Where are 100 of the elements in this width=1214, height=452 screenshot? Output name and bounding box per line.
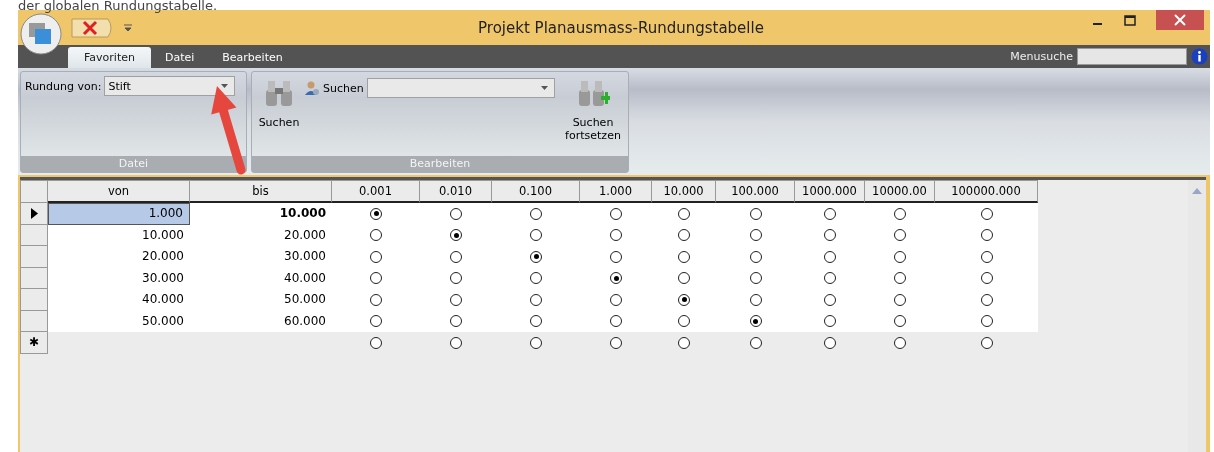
column-header[interactable]: 1000.000 — [795, 180, 865, 203]
column-header[interactable]: 0.001 — [332, 180, 420, 203]
radio-button[interactable] — [530, 272, 542, 285]
radio-button[interactable] — [678, 315, 690, 328]
ribbon-tab[interactable]: Favoriten — [68, 47, 151, 68]
radio-button[interactable] — [980, 315, 993, 328]
group-title: Bearbeiten — [252, 156, 628, 172]
radio-button[interactable] — [894, 207, 906, 220]
radio-button[interactable] — [894, 229, 906, 242]
column-header[interactable]: 1.000 — [580, 180, 652, 203]
radio-button[interactable] — [678, 229, 690, 242]
radio-button[interactable] — [678, 293, 690, 306]
table-cell: 60.000 — [190, 310, 332, 332]
table-cell: 20.000 — [190, 224, 332, 246]
column-header[interactable]: bis — [190, 180, 332, 203]
radio-button[interactable] — [530, 293, 542, 306]
radio-button[interactable] — [530, 315, 542, 328]
maximize-icon[interactable] — [1124, 15, 1136, 27]
radio-button[interactable] — [980, 272, 993, 285]
radio-button[interactable] — [450, 272, 462, 285]
radio-button[interactable] — [450, 250, 462, 263]
new-row-marker: ✱ — [28, 335, 40, 350]
radio-button[interactable] — [980, 336, 993, 349]
close-icon — [1174, 14, 1186, 26]
radio-button[interactable] — [749, 207, 762, 220]
radio-button[interactable] — [450, 207, 462, 220]
radio-button[interactable] — [450, 336, 462, 349]
table-cell: 20.000 — [48, 246, 190, 268]
info-icon[interactable] — [1191, 48, 1208, 65]
radio-button[interactable] — [980, 293, 993, 306]
column-header[interactable]: 100.000 — [716, 180, 795, 203]
radio-button[interactable] — [824, 229, 836, 242]
radio-button[interactable] — [370, 207, 382, 220]
column-header[interactable]: 10000.00 — [865, 180, 935, 203]
close-button[interactable] — [1156, 10, 1204, 30]
radio-button[interactable] — [530, 336, 542, 349]
column-header[interactable]: 10.000 — [652, 180, 716, 203]
radio-button[interactable] — [749, 272, 762, 285]
radio-button[interactable] — [749, 315, 762, 328]
radio-button[interactable] — [610, 315, 622, 328]
continue-search-button[interactable]: Suchen fortsetzen — [560, 74, 626, 154]
radio-button[interactable] — [894, 272, 906, 285]
radio-button[interactable] — [824, 272, 836, 285]
radio-button[interactable] — [980, 229, 993, 242]
column-header[interactable]: 0.010 — [420, 180, 492, 203]
radio-button[interactable] — [530, 229, 542, 242]
radio-button[interactable] — [610, 336, 622, 349]
radio-button[interactable] — [749, 250, 762, 263]
radio-button[interactable] — [824, 293, 836, 306]
menu-search-field[interactable] — [1077, 48, 1187, 65]
column-header[interactable]: von — [48, 180, 190, 203]
row-header[interactable]: ✱ — [20, 332, 48, 354]
radio-button[interactable] — [678, 336, 690, 349]
radio-button[interactable] — [370, 229, 382, 242]
radio-button[interactable] — [678, 272, 690, 285]
row-header[interactable] — [20, 203, 48, 225]
column-header[interactable]: 100000.000 — [935, 180, 1038, 203]
radio-button[interactable] — [450, 293, 462, 306]
radio-button[interactable] — [450, 315, 462, 328]
column-header[interactable]: 0.100 — [492, 180, 580, 203]
radio-button[interactable] — [530, 250, 542, 263]
radio-button[interactable] — [610, 229, 622, 242]
radio-button[interactable] — [749, 293, 762, 306]
radio-button[interactable] — [824, 336, 836, 349]
table-cell: 10.000 — [190, 203, 332, 225]
radio-button[interactable] — [678, 207, 690, 220]
radio-button[interactable] — [824, 315, 836, 328]
radio-button[interactable] — [610, 250, 622, 263]
radio-button[interactable] — [980, 207, 993, 220]
radio-button[interactable] — [894, 336, 906, 349]
app-orb-icon[interactable] — [20, 12, 62, 55]
rounding-dropdown[interactable]: Stift — [104, 76, 236, 96]
radio-button[interactable] — [610, 272, 622, 285]
radio-button[interactable] — [980, 250, 993, 263]
radio-button[interactable] — [894, 293, 906, 306]
radio-button[interactable] — [370, 336, 382, 349]
rounding-label: Rundung von: — [25, 79, 102, 93]
radio-button[interactable] — [749, 229, 762, 242]
radio-button[interactable] — [894, 250, 906, 263]
radio-button[interactable] — [824, 250, 836, 263]
user-icon — [304, 80, 320, 96]
radio-button[interactable] — [450, 229, 462, 242]
radio-button[interactable] — [610, 207, 622, 220]
ribbon-tab[interactable]: Datei — [150, 47, 209, 68]
scrollbar[interactable] — [1188, 180, 1206, 452]
radio-button[interactable] — [530, 207, 542, 220]
search-label: Suchen — [323, 81, 364, 95]
radio-button[interactable] — [370, 272, 382, 285]
caret-icon — [540, 86, 548, 90]
radio-button[interactable] — [370, 293, 382, 306]
customize-icon[interactable] — [124, 23, 132, 32]
radio-button[interactable] — [610, 293, 622, 306]
radio-button[interactable] — [824, 207, 836, 220]
radio-button[interactable] — [894, 315, 906, 328]
radio-button[interactable] — [370, 315, 382, 328]
radio-button[interactable] — [370, 250, 382, 263]
radio-button[interactable] — [749, 336, 762, 349]
radio-button[interactable] — [678, 250, 690, 263]
search-button[interactable]: Suchen — [254, 74, 304, 154]
ribbon-tab[interactable]: Bearbeiten — [208, 47, 297, 68]
